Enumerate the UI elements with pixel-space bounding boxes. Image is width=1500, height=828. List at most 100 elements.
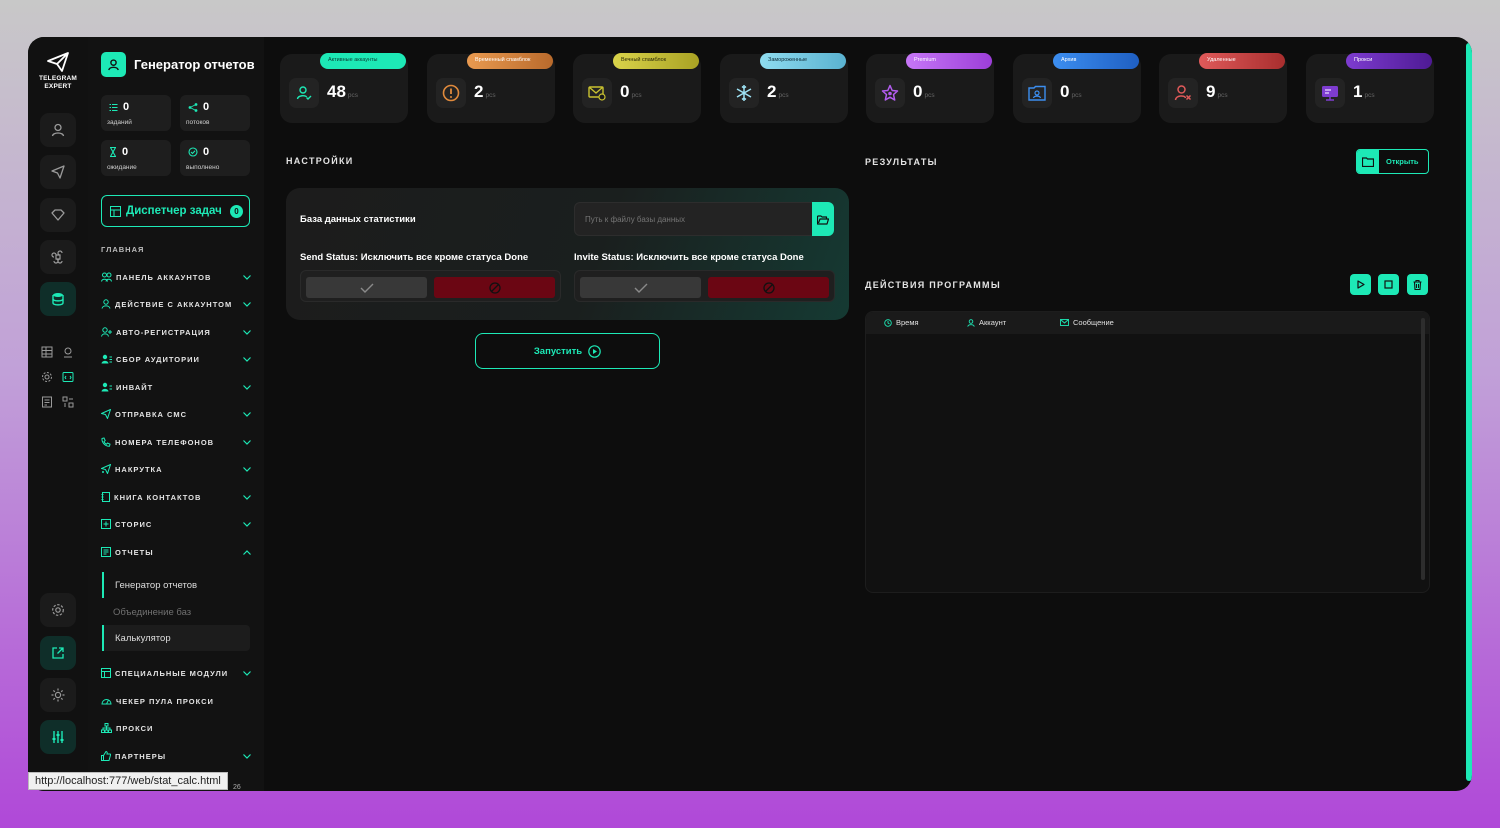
- card-pill: Замороженные: [760, 53, 846, 69]
- user-check-icon: [289, 78, 319, 108]
- settings-heading: НАСТРОЙКИ: [286, 156, 354, 166]
- nav-account-actions[interactable]: ДЕЙСТВИЕ С АККАУНТОМ: [101, 296, 251, 312]
- nav-audience-collection[interactable]: СБОР АУДИТОРИИ: [101, 351, 251, 367]
- actions-heading: ДЕЙСТВИЯ ПРОГРАММЫ: [865, 280, 1001, 290]
- rail-send-button[interactable]: [40, 155, 76, 189]
- log-scrollbar[interactable]: [1421, 318, 1425, 580]
- send-status-yes-button[interactable]: [306, 277, 427, 298]
- play-circle-icon: [588, 344, 601, 358]
- col-time[interactable]: Время: [884, 318, 919, 327]
- rail-notes-icon[interactable]: [40, 395, 54, 409]
- rail-gear-icon[interactable]: [40, 370, 54, 384]
- card-frozen[interactable]: Замороженные 2 pcs: [720, 53, 848, 123]
- check-circle-icon: [188, 147, 198, 157]
- card-number: 0: [1060, 82, 1070, 101]
- browser-status-url: http://localhost:777/web/stat_calc.html: [28, 772, 228, 790]
- task-dispatcher-button[interactable]: Диспетчер задач 0: [101, 195, 250, 227]
- stop-button[interactable]: [1378, 274, 1399, 295]
- nav-contact-book[interactable]: КНИГА КОНТАКТОВ: [101, 489, 251, 505]
- card-archive[interactable]: Архив 0 pcs: [1013, 53, 1141, 123]
- subnav-report-generator[interactable]: Генератор отчетов: [102, 572, 250, 598]
- stat-threads-value: 0: [203, 101, 210, 113]
- open-results-button[interactable]: Открыть: [1356, 149, 1429, 174]
- nav-proxy[interactable]: ПРОКСИ: [101, 720, 251, 736]
- nav-accounts-panel[interactable]: ПАНЕЛЬ АККАУНТОВ: [101, 269, 251, 285]
- rail-command-button[interactable]: [40, 240, 76, 274]
- db-browse-button[interactable]: [812, 202, 834, 236]
- col-message[interactable]: Сообщение: [1060, 318, 1114, 327]
- card-proxy[interactable]: Прокси 1 pcs: [1306, 53, 1434, 123]
- hourglass-icon: [110, 147, 116, 157]
- subnav-calculator[interactable]: Калькулятор: [102, 625, 250, 651]
- dashboard-icon: [110, 205, 121, 217]
- sidebar-title: Генератор отчетов: [134, 57, 255, 72]
- status-number: 26: [233, 784, 241, 791]
- card-premium[interactable]: Premium 0 pcs: [866, 53, 994, 123]
- db-path-input[interactable]: [574, 202, 813, 236]
- card-unit: pcs: [778, 92, 789, 99]
- nav-label: НОМЕРА ТЕЛЕФОНОВ: [115, 437, 215, 447]
- card-active-accounts[interactable]: Активные аккаунты 48 pcs: [280, 53, 408, 123]
- stat-done-label: выполнено: [186, 164, 220, 171]
- card-deleted[interactable]: Удаленные 9 pcs: [1159, 53, 1287, 123]
- nav-boost[interactable]: НАКРУТКА: [101, 461, 251, 477]
- play-button[interactable]: [1350, 274, 1371, 295]
- folder-open-icon: [817, 214, 829, 225]
- nav-special-modules[interactable]: СПЕЦИАЛЬНЫЕ МОДУЛИ: [101, 665, 251, 681]
- stat-done-value: 0: [203, 146, 210, 158]
- rail-diamond-button[interactable]: [40, 198, 76, 232]
- chevron-down-icon: [243, 384, 251, 390]
- card-value: 9 pcs: [1206, 82, 1228, 102]
- rail-database-button[interactable]: [40, 282, 76, 316]
- card-pill: Архив: [1053, 53, 1139, 69]
- chevron-down-icon: [243, 494, 251, 500]
- rail-settings-button[interactable]: [40, 593, 76, 627]
- card-number: 2: [767, 82, 777, 101]
- play-icon: [1356, 280, 1365, 289]
- phone-icon: [101, 437, 111, 447]
- card-number: 1: [1353, 82, 1363, 101]
- rail-map-pin-icon[interactable]: [61, 345, 75, 359]
- rail-sliders-button[interactable]: [40, 720, 76, 754]
- nav-stories[interactable]: СТОРИС: [101, 516, 251, 532]
- nav-auto-registration[interactable]: АВТО-РЕГИСТРАЦИЯ: [101, 324, 251, 340]
- nav-invite[interactable]: ИНВАЙТ: [101, 379, 251, 395]
- card-pill: Временный спамблок: [467, 53, 553, 69]
- nav-label: АВТО-РЕГИСТРАЦИЯ: [116, 327, 211, 337]
- user-x-icon: [1168, 78, 1198, 108]
- user-icon: [51, 123, 65, 137]
- rail-grid-icon[interactable]: [61, 395, 75, 409]
- nav-proxy-checker[interactable]: ЧЕКЕР ПУЛА ПРОКСИ: [101, 693, 251, 709]
- invite-status-no-button[interactable]: [708, 277, 829, 298]
- card-unit: pcs: [1217, 92, 1228, 99]
- col-time-label: Время: [896, 318, 919, 327]
- rail-external-link-button[interactable]: [40, 636, 76, 670]
- clear-log-button[interactable]: [1407, 274, 1428, 295]
- card-pill: Активные аккаунты: [320, 53, 406, 69]
- user-icon: [101, 299, 111, 309]
- nav-reports[interactable]: ОТЧЕТЫ: [101, 544, 251, 560]
- modules-icon: [101, 668, 111, 678]
- card-temp-spamblock[interactable]: Временный спамблок 2 pcs: [427, 53, 555, 123]
- send-icon: [101, 409, 111, 419]
- rail-theme-button[interactable]: [40, 678, 76, 712]
- proxy-icon: [1315, 78, 1345, 108]
- rail-accounts-button[interactable]: [40, 113, 76, 147]
- subnav-merge-bases[interactable]: Объединение баз: [102, 599, 250, 625]
- card-value: 48 pcs: [327, 82, 358, 102]
- rail-table-icon[interactable]: [40, 345, 54, 359]
- send-status-no-button[interactable]: [434, 277, 555, 298]
- invite-status-yes-button[interactable]: [580, 277, 701, 298]
- log-header: Время Аккаунт Сообщение: [866, 312, 1429, 334]
- run-button[interactable]: Запустить: [475, 333, 660, 369]
- stat-tasks-label: заданий: [107, 119, 132, 126]
- send-status-toggle: [300, 270, 561, 302]
- rail-code-window-icon[interactable]: [61, 370, 75, 384]
- nav-sms-sending[interactable]: ОТПРАВКА СМС: [101, 406, 251, 422]
- nav-phone-numbers[interactable]: НОМЕРА ТЕЛЕФОНОВ: [101, 434, 251, 450]
- card-perm-spamblock[interactable]: Вечный спамблок 0 pcs: [573, 53, 701, 123]
- col-account[interactable]: Аккаунт: [967, 318, 1006, 327]
- nav-partners[interactable]: ПАРТНЕРЫ: [101, 748, 251, 764]
- chevron-down-icon: [243, 670, 251, 676]
- clock-icon: [884, 318, 892, 327]
